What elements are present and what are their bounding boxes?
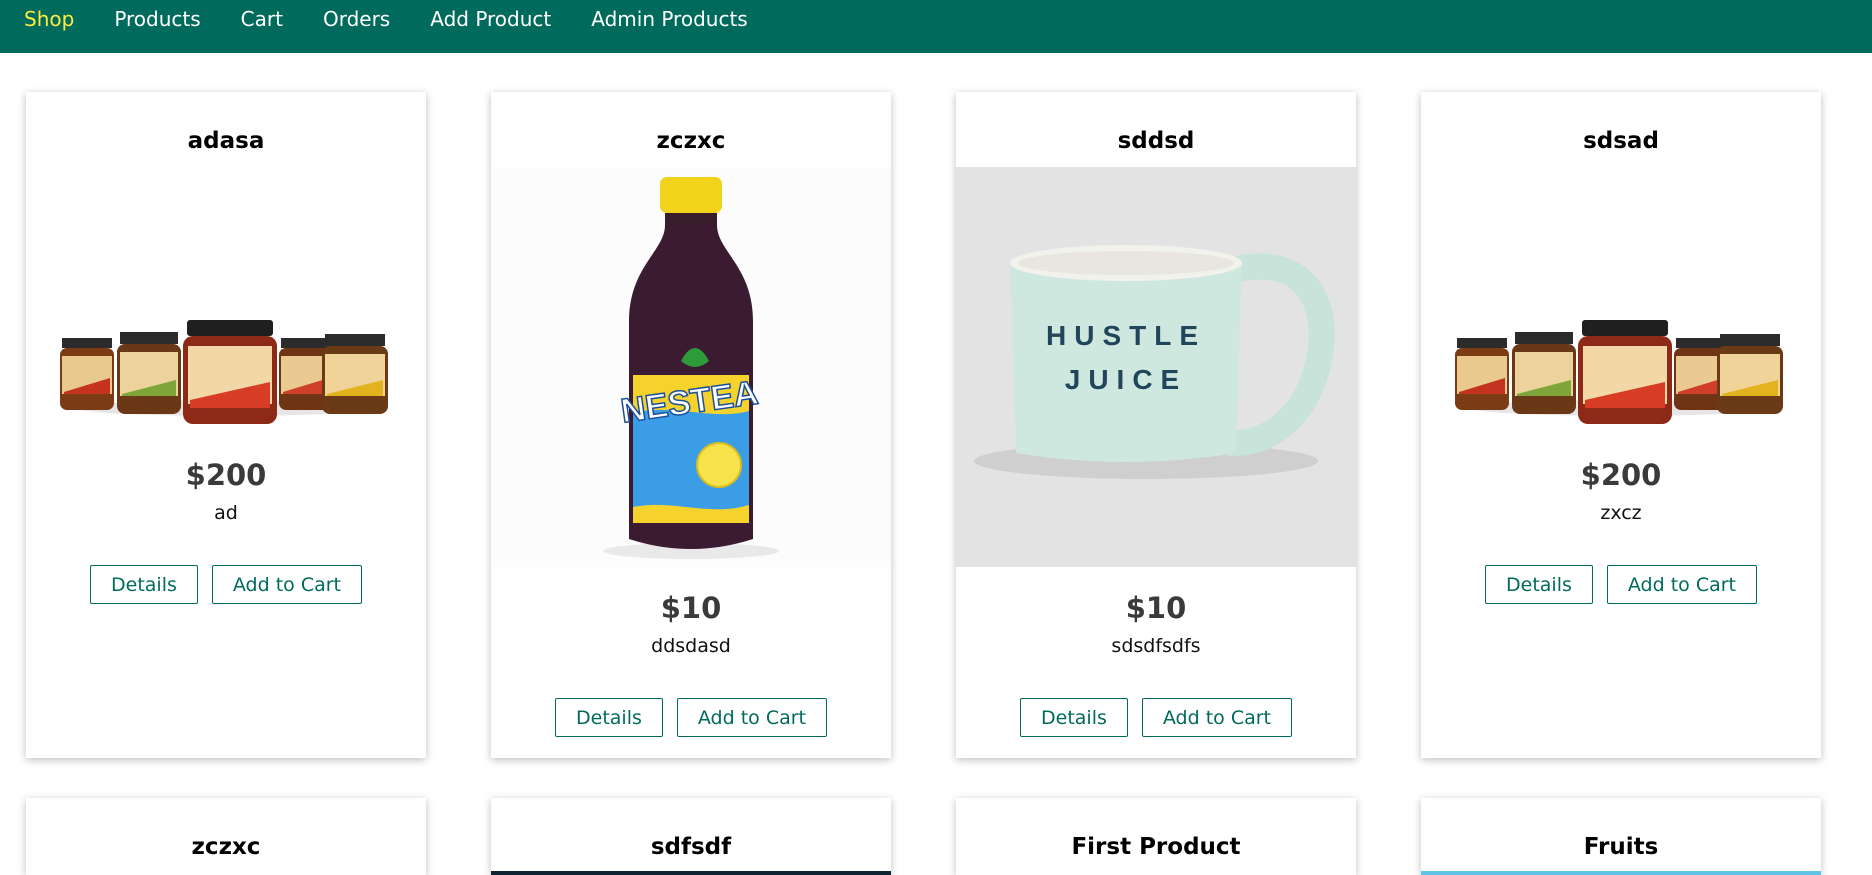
product-title: zczxc: [191, 834, 261, 860]
product-description: ad: [214, 502, 238, 524]
mug-text-line-1: HUSTLE: [1046, 320, 1206, 351]
details-button[interactable]: Details: [1485, 565, 1593, 604]
product-title: zczxc: [656, 128, 726, 154]
nav-shop-link[interactable]: Shop: [24, 7, 74, 31]
card-actions: Details Add to Cart: [26, 565, 426, 604]
product-description: sdsdfsdfs: [1111, 635, 1201, 657]
main-nav: Shop Products Cart Orders Add Product Ad…: [24, 0, 788, 38]
product-title: adasa: [187, 128, 265, 154]
mug-text-line-2: JUICE: [1065, 364, 1187, 395]
mug-image: HUSTLE JUICE: [956, 167, 1356, 567]
add-to-cart-button[interactable]: Add to Cart: [211, 565, 362, 604]
jam-jars-image: [1421, 234, 1821, 434]
product-price: $10: [1125, 591, 1187, 625]
product-image-edge: [491, 871, 891, 875]
card-actions: Details Add to Cart: [956, 698, 1356, 737]
jam-jars-illustration: [60, 320, 388, 424]
add-to-cart-button[interactable]: Add to Cart: [1606, 565, 1757, 604]
product-card-partial: sdfsdf: [491, 798, 891, 875]
nav-products-link[interactable]: Products: [114, 7, 200, 31]
product-title: sdsad: [1583, 128, 1659, 154]
details-button[interactable]: Details: [90, 565, 198, 604]
product-card: zczxc NESTEA $10 ddsdasd Details Add to …: [491, 92, 891, 758]
product-card: sddsd HUSTLE JUICE $10 sdsdfsdfs Details…: [956, 92, 1356, 758]
nav-add-product-link[interactable]: Add Product: [430, 7, 551, 31]
card-actions: Details Add to Cart: [1421, 565, 1821, 604]
product-card: sdsad $200 zxcz Details Add to Cart: [1421, 92, 1821, 758]
product-image-edge: [1421, 871, 1821, 875]
mug-illustration: HUSTLE JUICE: [956, 167, 1356, 567]
product-price: $10: [660, 591, 722, 625]
nav-admin-products-link[interactable]: Admin Products: [591, 7, 747, 31]
top-nav-bar: Shop Products Cart Orders Add Product Ad…: [0, 0, 1872, 53]
product-title: First Product: [1071, 834, 1241, 860]
add-to-cart-button[interactable]: Add to Cart: [676, 698, 827, 737]
card-actions: Details Add to Cart: [491, 698, 891, 737]
product-card-partial: Fruits: [1421, 798, 1821, 875]
add-to-cart-button[interactable]: Add to Cart: [1141, 698, 1292, 737]
nav-cart-link[interactable]: Cart: [241, 7, 283, 31]
product-title: sddsd: [1117, 128, 1195, 154]
product-price: $200: [1580, 458, 1662, 492]
product-card: adasa $200 ad Details Add to Cart: [26, 92, 426, 758]
iced-tea-bottle-illustration: NESTEA: [491, 167, 891, 567]
product-description: zxcz: [1600, 502, 1642, 524]
jam-jars-illustration: [1455, 320, 1783, 424]
product-card-partial: zczxc: [26, 798, 426, 875]
details-button[interactable]: Details: [1020, 698, 1128, 737]
jam-jars-image: [26, 234, 426, 434]
product-card-partial: First Product: [956, 798, 1356, 875]
product-title: Fruits: [1583, 834, 1659, 860]
iced-tea-bottle-image: NESTEA: [491, 167, 891, 567]
product-price: $200: [185, 458, 267, 492]
product-title: sdfsdf: [650, 834, 732, 860]
nav-orders-link[interactable]: Orders: [323, 7, 390, 31]
product-description: ddsdasd: [651, 635, 731, 657]
details-button[interactable]: Details: [555, 698, 663, 737]
